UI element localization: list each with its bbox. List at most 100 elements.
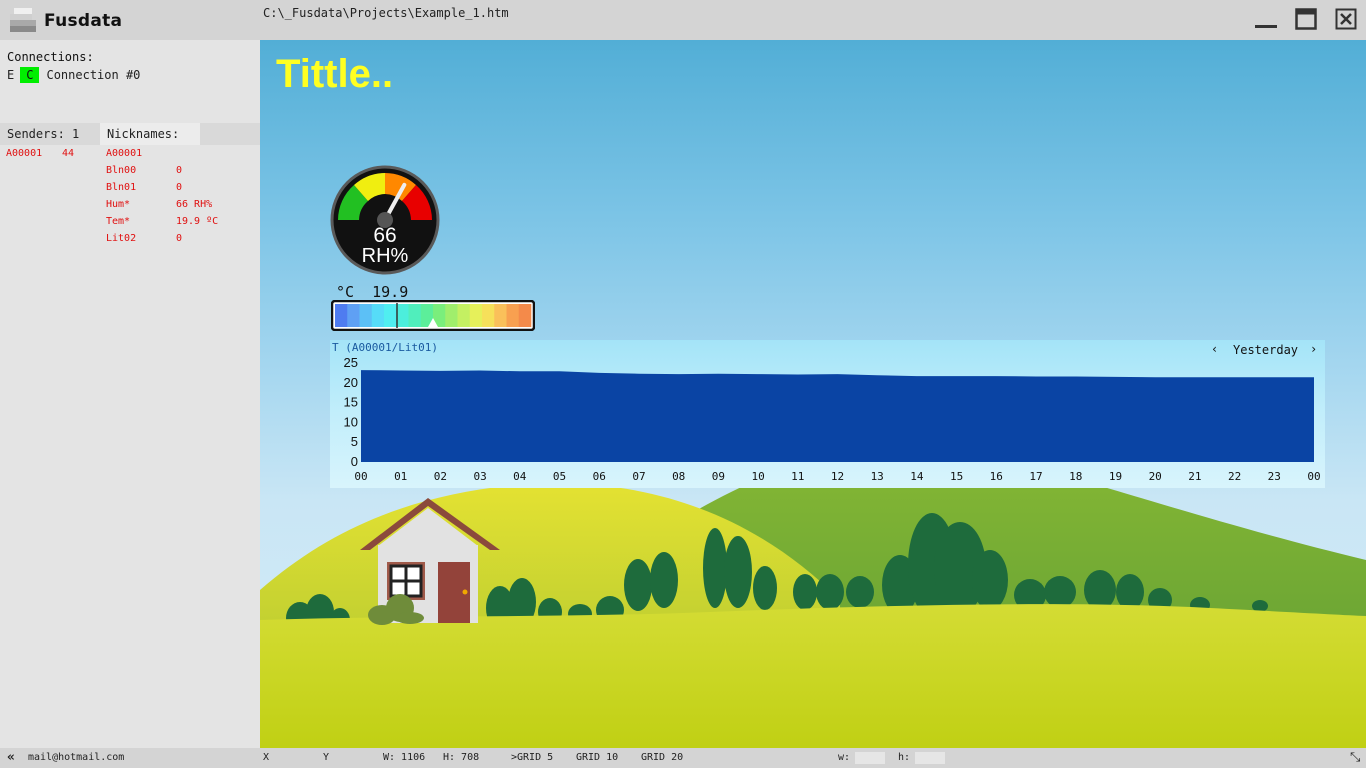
chart-x-tick-label: 00 [1307, 470, 1320, 483]
nickname-name: A00001 [106, 148, 143, 159]
temperature-scale-cell [506, 304, 520, 327]
nickname-name: Bln01 [106, 182, 137, 193]
cursor-x: X [263, 752, 270, 763]
sidebar-tabs: Senders: 1 Nicknames: [0, 123, 260, 145]
temperature-chart[interactable]: 0 5 10 15 20 25 00 01 02 03 04 05 06 07 08 09 10 11 12 13 1… [330, 340, 1325, 488]
chart-x-tick-label: 12 [831, 470, 844, 483]
chart-x-tick-label: 16 [990, 470, 1003, 483]
nickname-name: Lit02 [106, 233, 137, 244]
temperature-scale-cell [371, 304, 385, 327]
chart-x-tick-label: 00 [354, 470, 367, 483]
selection-height-label: h: [898, 752, 911, 763]
nickname-row[interactable]: A00001 [0, 145, 260, 162]
connection-c-toggle[interactable]: C [20, 67, 40, 83]
chart-x-tick-label: 17 [1029, 470, 1042, 483]
chart-y-tick-label: 25 [344, 355, 358, 370]
design-canvas[interactable]: Tittle.. 66 RH% °C 19.9 0 5 10 15 20 25 00 01 0… [260, 40, 1366, 748]
chart-x-tick-label: 06 [593, 470, 606, 483]
chart-x-tick-label: 04 [513, 470, 527, 483]
temperature-scale-cell [408, 304, 422, 327]
nickname-row[interactable]: Bln00 0 [0, 162, 260, 179]
chart-area-series [361, 370, 1314, 462]
maximize-icon [1295, 8, 1317, 30]
chart-x-tick-label: 21 [1188, 470, 1201, 483]
close-button[interactable] [1335, 8, 1357, 30]
temperature-scale-cell [335, 304, 348, 327]
grid-20-button[interactable]: GRID 20 [641, 752, 683, 763]
chart-x-tick-label: 20 [1149, 470, 1162, 483]
app-logo-icon [10, 8, 36, 34]
nickname-row[interactable]: Bln01 0 [0, 179, 260, 196]
minimize-icon [1255, 25, 1277, 28]
chart-x-tick-label: 14 [910, 470, 924, 483]
nickname-value: 66 RH% [176, 199, 213, 210]
temperature-color-bar[interactable] [331, 300, 535, 331]
chart-x-tick-label: 19 [1109, 470, 1122, 483]
connections-label: Connections: [7, 50, 94, 64]
chart-next-button[interactable]: › [1310, 342, 1317, 356]
nickname-row[interactable]: Tem* 19.9 ºC [0, 213, 260, 230]
nickname-value: 0 [176, 182, 183, 193]
chart-x-tick-label: 13 [871, 470, 884, 483]
nickname-name: Tem* [106, 216, 131, 227]
canvas-height: H: 708 [443, 752, 480, 763]
chart-y-tick-label: 10 [344, 414, 358, 429]
temperature-scale-cell [518, 304, 532, 327]
resize-icon[interactable]: ⤡ [1350, 750, 1360, 765]
connection-name[interactable]: Connection #0 [46, 68, 140, 82]
nickname-name: Hum* [106, 199, 131, 210]
chart-x-tick-label: 15 [950, 470, 963, 483]
close-icon [1335, 8, 1357, 30]
temperature-scale-cell [457, 304, 471, 327]
status-bar: « mail@hotmail.com X Y W: 1106 H: 708 >G… [0, 748, 1366, 768]
chart-x-tick-label: 02 [434, 470, 447, 483]
selection-width-label: w: [838, 752, 851, 763]
title-bar: Fusdata C:\_Fusdata\Projects\Example_1.h… [0, 0, 1366, 40]
tab-nicknames[interactable]: Nicknames: [100, 123, 200, 145]
temperature-unit: °C [336, 283, 355, 301]
maximize-button[interactable] [1295, 8, 1317, 30]
chart-period-label: Yesterday [1233, 343, 1299, 357]
collapse-icon[interactable]: « [7, 750, 15, 765]
nickname-row[interactable]: Hum* 66 RH% [0, 196, 260, 213]
grid-10-button[interactable]: GRID 10 [576, 752, 618, 763]
nickname-value: 19.9 ºC [176, 216, 219, 227]
chart-plot: 0510152025 00 01 02 03 04 05 06 07 08 09 10 11 12 13 1… [344, 355, 1321, 483]
chart-prev-button[interactable]: ‹ [1211, 342, 1218, 356]
temperature-scale-cell [359, 304, 373, 327]
tab-senders[interactable]: Senders: 1 [0, 123, 100, 145]
chart-y-tick-label: 5 [351, 434, 358, 449]
nickname-row[interactable]: Lit02 0 [0, 230, 260, 247]
page-title: Tittle.. [276, 52, 394, 96]
minimize-button[interactable] [1255, 8, 1277, 30]
temperature-scale-cell [445, 304, 458, 327]
chart-y-tick-label: 20 [344, 375, 358, 390]
temperature-value: 19.9 [372, 283, 409, 301]
chart-x-tick-label: 08 [672, 470, 685, 483]
chart-x-tick-label: 22 [1228, 470, 1241, 483]
chart-x-axis: 00 01 02 03 04 05 06 07 08 09 10 11 12 13 14 15 16 17 18 19… [354, 470, 1320, 483]
temperature-scale-cell [347, 304, 360, 327]
chart-x-tick-label: 11 [791, 470, 804, 483]
chart-x-tick-label: 23 [1268, 470, 1281, 483]
user-email: mail@hotmail.com [28, 752, 125, 763]
chart-y-tick-label: 0 [351, 454, 358, 469]
selection-width-field[interactable] [855, 752, 885, 764]
selection-height-field[interactable] [915, 752, 945, 764]
sidebar: Connections: E C Connection #0 Senders: … [0, 40, 260, 748]
temperature-scale-cell [384, 304, 397, 327]
file-path: C:\_Fusdata\Projects\Example_1.htm [263, 6, 509, 20]
gauge-unit: RH% [361, 245, 409, 267]
canvas-width: W: 1106 [383, 752, 426, 763]
chart-x-tick-label: 10 [751, 470, 764, 483]
nickname-value: 0 [176, 233, 183, 244]
connection-item[interactable]: E C Connection #0 [7, 67, 140, 83]
chart-x-tick-label: 07 [632, 470, 645, 483]
nickname-value: 0 [176, 165, 183, 176]
temperature-scale-cell [482, 304, 495, 327]
gauge-value: 66 [373, 224, 397, 247]
grid-5-button[interactable]: >GRID 5 [511, 752, 553, 763]
cursor-y: Y [323, 752, 330, 763]
connection-e-toggle[interactable]: E [7, 68, 14, 82]
chart-y-axis: 0 5 10 15 20 25 [344, 355, 358, 469]
